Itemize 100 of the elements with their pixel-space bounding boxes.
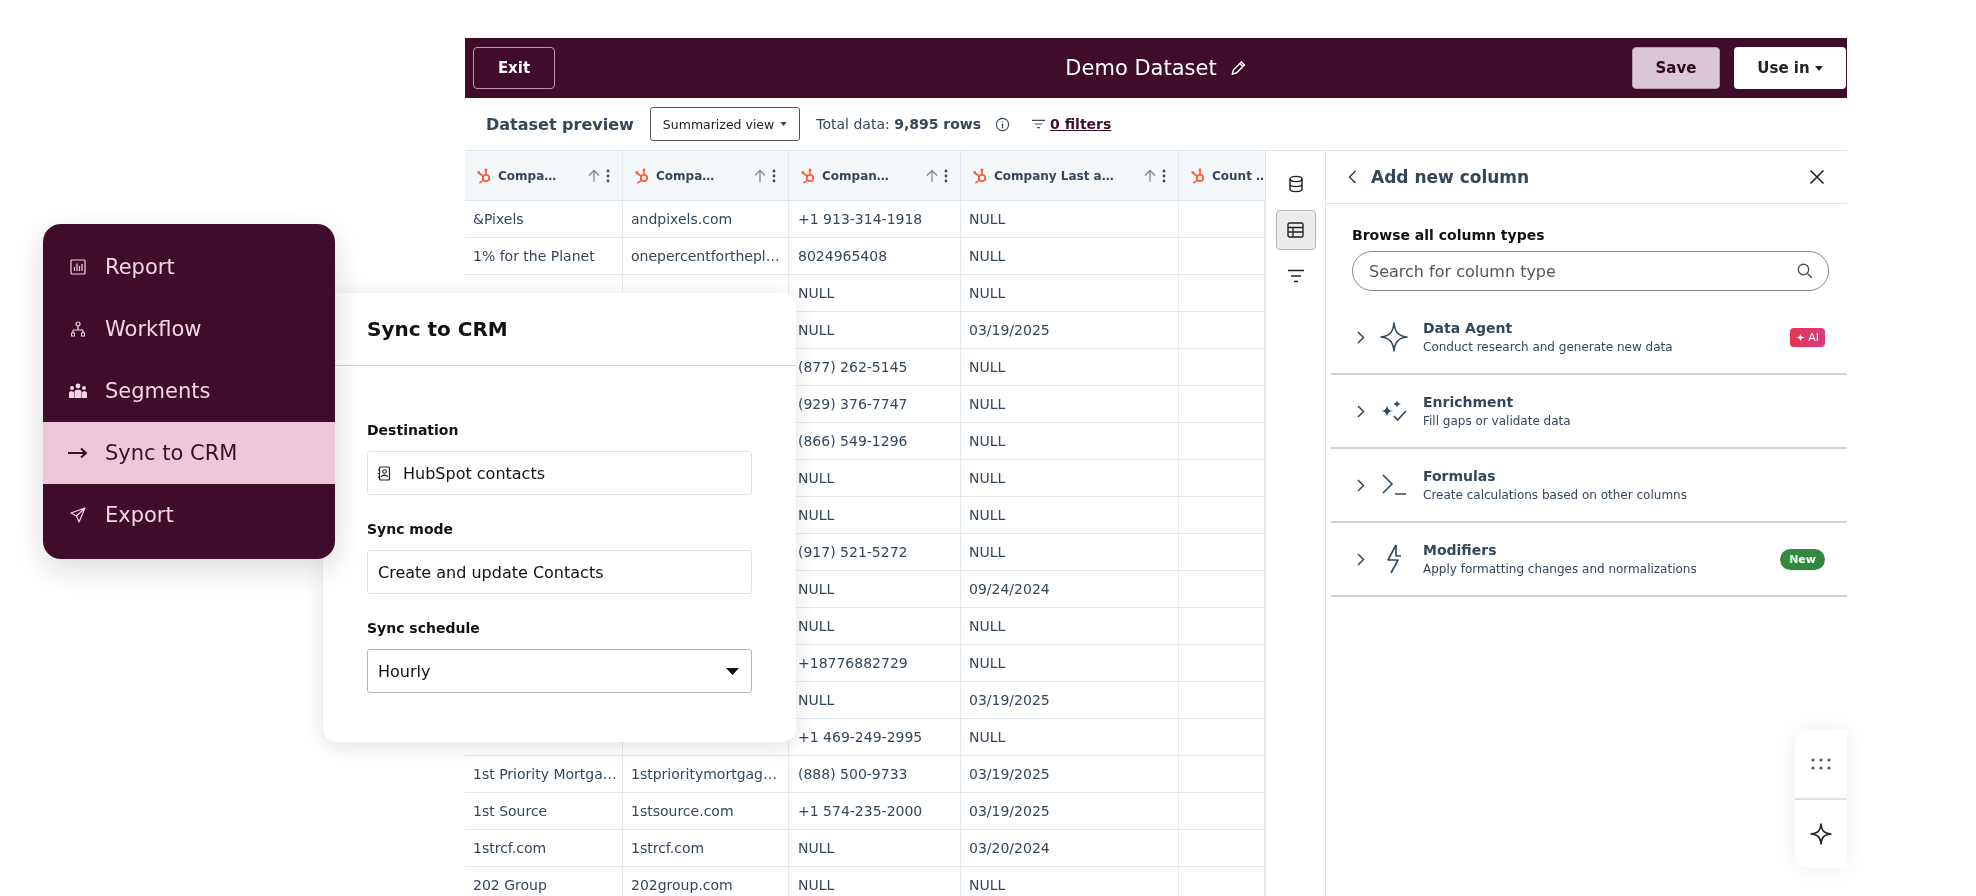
column-type-item[interactable]: Formulas Create calculations based on other columns: [1331, 449, 1847, 523]
contact-card-icon: [378, 465, 391, 481]
table-cell: NULL: [798, 581, 835, 597]
sparkles-check-icon: [1380, 399, 1408, 423]
more-icon[interactable]: [606, 168, 610, 183]
table-cell: NULL: [798, 470, 835, 486]
menu-item[interactable]: Export: [43, 484, 335, 546]
column-type-description: Conduct research and generate new data: [1423, 340, 1673, 354]
search-field[interactable]: Search for column type: [1352, 251, 1829, 291]
menu-item[interactable]: Report: [43, 236, 335, 298]
column-type-description: Create calculations based on other columns: [1423, 488, 1687, 502]
column-type-item[interactable]: Data Agent Conduct research and generate new data AI: [1331, 301, 1847, 375]
more-icon[interactable]: [944, 168, 948, 183]
filters-link[interactable]: 0 filters: [1050, 116, 1112, 132]
table-cell: (877) 262-5145: [798, 359, 908, 375]
table-cell: +1 913-314-1918: [798, 211, 923, 227]
table-cell: 1st Priority Mortga…: [473, 766, 617, 782]
table-cell: 09/24/2024: [969, 581, 1050, 597]
table-cell: 1st Source: [473, 803, 548, 819]
table-cell: 202 Group: [473, 877, 547, 893]
schedule-dropdown[interactable]: Hourly: [367, 649, 752, 693]
table-cell: 03/20/2024: [969, 840, 1050, 856]
table-cell: (866) 549-1296: [798, 433, 908, 449]
panel-title: Add new column: [1371, 167, 1530, 187]
column-header[interactable]: Compan…: [789, 151, 961, 200]
people-icon: [68, 383, 88, 399]
sparkle-icon: [1380, 322, 1408, 352]
table-cell: NULL: [969, 877, 1006, 893]
column-type-description: Apply formatting changes and normalizations: [1423, 562, 1697, 576]
table-cell: 8024965408: [798, 248, 888, 264]
table-cell: NULL: [798, 285, 835, 301]
table-cell: NULL: [798, 507, 835, 523]
total-data-text: Total data: 9,895 rows: [816, 116, 982, 132]
sprocket-icon: [477, 167, 492, 184]
sprocket-icon: [973, 167, 988, 184]
column-type-name: Modifiers: [1423, 542, 1498, 558]
chevron-right-icon: [1357, 404, 1365, 418]
chevron-right-icon: [1357, 478, 1365, 492]
caret-icon: [1814, 65, 1823, 71]
table-cell: 1stprioritymortgag…: [631, 766, 777, 782]
table-cell: NULL: [969, 544, 1006, 560]
table-cell: +1 469-249-2995: [798, 729, 923, 745]
column-type-name: Data Agent: [1423, 320, 1514, 336]
more-icon[interactable]: [772, 168, 776, 183]
column-type-item[interactable]: Enrichment Fill gaps or validate data: [1331, 375, 1847, 449]
table-tool-button[interactable]: [1275, 210, 1316, 250]
sprocket-icon: [801, 167, 816, 184]
table-cell: NULL: [969, 211, 1006, 227]
info-icon[interactable]: [995, 116, 1011, 132]
sort-arrow-icon[interactable]: [588, 168, 600, 183]
menu-item[interactable]: Sync to CRM: [43, 422, 335, 484]
column-header[interactable]: Count …: [1179, 151, 1265, 200]
use-in-button[interactable]: Use in: [1734, 47, 1846, 89]
column-type-description: Fill gaps or validate data: [1423, 414, 1571, 428]
table-cell: 202group.com: [631, 877, 733, 893]
table-cell: NULL: [798, 692, 835, 708]
dataset-preview-label: Dataset preview: [486, 114, 634, 134]
destination-field[interactable]: HubSpot contacts: [367, 451, 752, 495]
column-type-item[interactable]: Modifiers Apply formatting changes and normalizations New: [1331, 523, 1847, 597]
sync-mode-field[interactable]: Create and update Contacts: [367, 550, 752, 594]
back-icon[interactable]: [1348, 170, 1357, 184]
sort-arrow-icon[interactable]: [926, 168, 938, 183]
menu-item[interactable]: Segments: [43, 360, 335, 422]
table-cell: 03/19/2025: [969, 766, 1050, 782]
table-cell: +18776882729: [798, 655, 908, 671]
table-cell: 03/19/2025: [969, 322, 1050, 338]
column-header[interactable]: Compa…: [465, 151, 623, 200]
field-label: Destination: [367, 422, 460, 438]
save-button[interactable]: Save: [1632, 47, 1720, 89]
sort-arrow-icon[interactable]: [754, 168, 766, 183]
exit-button[interactable]: Exit: [473, 47, 555, 89]
section-heading: Browse all column types: [1352, 227, 1546, 243]
column-type-name: Formulas: [1423, 468, 1497, 484]
search-icon: [1797, 263, 1813, 279]
table-cell: NULL: [798, 618, 835, 634]
table-icon: [1287, 222, 1304, 238]
table-cell: (917) 521-5272: [798, 544, 908, 560]
table-cell: NULL: [798, 840, 835, 856]
table-cell: NULL: [969, 655, 1006, 671]
close-icon[interactable]: [1809, 169, 1825, 185]
pencil-icon[interactable]: [1230, 60, 1247, 76]
arrow-right-icon: [68, 447, 88, 459]
table-cell: NULL: [969, 470, 1006, 486]
table-cell: NULL: [969, 248, 1006, 264]
menu-item[interactable]: Workflow: [43, 298, 335, 360]
sync-panel-title: Sync to CRM: [367, 317, 508, 341]
more-icon[interactable]: [1162, 168, 1166, 183]
table-cell: NULL: [969, 396, 1006, 412]
column-header[interactable]: Compa…: [623, 151, 789, 200]
ai-badge: AI: [1790, 327, 1825, 347]
caret-icon: [726, 667, 739, 675]
terminal-icon: [1381, 473, 1407, 497]
column-header[interactable]: Company Last a…: [961, 151, 1179, 200]
sort-arrow-icon[interactable]: [1144, 168, 1156, 183]
table-cell: 03/19/2025: [969, 803, 1050, 819]
bar-chart-icon: [70, 259, 86, 275]
dataset-title: Demo Dataset: [1065, 56, 1217, 80]
database-icon: [1287, 175, 1304, 193]
table-cell: NULL: [969, 618, 1006, 634]
view-dropdown[interactable]: Summarized view: [649, 107, 801, 141]
